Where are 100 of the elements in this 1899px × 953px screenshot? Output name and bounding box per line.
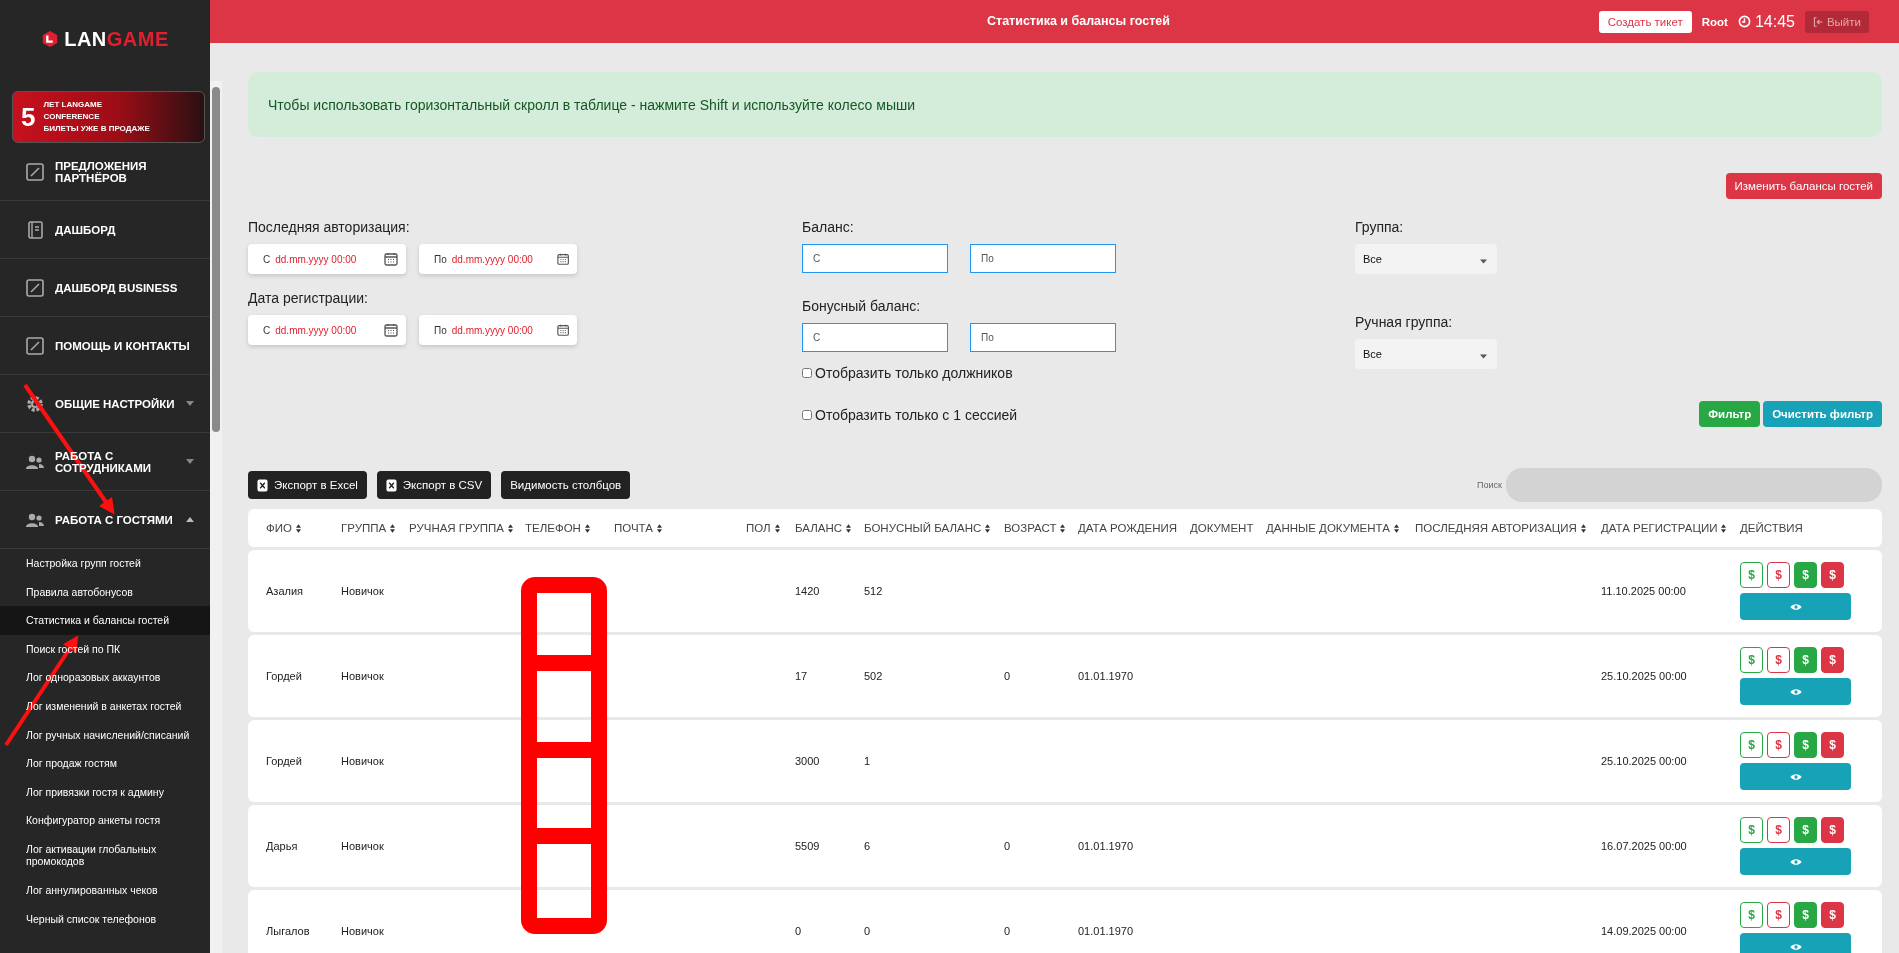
submenu-item[interactable]: Лог привязки гостя к админу <box>0 777 210 807</box>
date-picker[interactable]: По dd.mm.yyyy 00:00 <box>419 244 577 274</box>
table-cell: 25.10.2025 00:00 <box>1601 755 1687 767</box>
field-prefix: По <box>434 253 447 265</box>
checkbox[interactable] <box>802 410 812 420</box>
submenu-item[interactable]: Настройка групп гостей <box>0 549 210 578</box>
submenu-item[interactable]: Лог ручных начислений/списаний <box>0 720 210 750</box>
clock-time: 14:45 <box>1754 12 1795 31</box>
toolbar-button[interactable]: Экспорт в CSV <box>376 471 492 499</box>
sort-icon[interactable] <box>656 523 662 533</box>
dollar-button[interactable]: $ <box>1767 732 1790 758</box>
table-cell: Лыгалов <box>266 925 310 937</box>
edit-icon <box>25 277 45 298</box>
scrollbar[interactable] <box>210 81 222 953</box>
submenu-item[interactable]: Конфигуратор анкеты гостя <box>0 806 210 835</box>
change-balances-button[interactable]: Изменить балансы гостей <box>1725 173 1882 199</box>
number-field[interactable]: С <box>802 244 948 273</box>
table-cell: Новичок <box>341 670 384 682</box>
table-cell: Азалия <box>266 585 304 597</box>
column-header[interactable]: ПОСЛЕДНЯЯ АВТОРИЗАЦИЯ <box>1415 522 1577 534</box>
table-cell: 5509 <box>795 840 820 852</box>
date-picker[interactable]: По dd.mm.yyyy 00:00 <box>419 315 577 345</box>
table-cell: 1 <box>864 755 871 767</box>
banner-number: 5 <box>21 101 36 133</box>
manual-group-select[interactable]: Все <box>1355 339 1497 369</box>
table-cell: 16.07.2025 00:00 <box>1601 840 1687 852</box>
dollar-button[interactable]: $ <box>1767 647 1790 673</box>
banner-text: ЛЕТ LANGAME <box>43 99 103 111</box>
submenu-item[interactable]: Лог активации глобальных промокодов <box>0 834 210 876</box>
column-header[interactable]: ДАТА РОЖДЕНИЯ <box>1078 522 1178 534</box>
group-select[interactable]: Все <box>1355 244 1497 274</box>
calendar-icon <box>384 252 398 266</box>
submenu-item[interactable]: Статистика и балансы гостей <box>0 606 210 635</box>
dollar-button[interactable]: $ <box>1821 732 1844 758</box>
column-header[interactable]: ДОКУМЕНТ <box>1190 522 1254 534</box>
nav-label: ДАШБОРД BUSINESS <box>55 281 179 294</box>
table-cell: 6 <box>864 840 871 852</box>
sort-icon[interactable] <box>1580 523 1586 533</box>
submenu-item[interactable]: Лог продаж гостям <box>0 749 210 778</box>
column-header[interactable]: ДЕЙСТВИЯ <box>1740 522 1803 534</box>
table-cell: 3000 <box>795 755 820 767</box>
banner-text: БИЛЕТЫ УЖЕ В ПРОДАЖЕ <box>43 123 150 135</box>
number-field[interactable]: По <box>970 244 1116 273</box>
edit-icon <box>25 161 45 182</box>
logo-text: LANGAME <box>64 27 169 51</box>
sort-icon[interactable] <box>508 523 513 533</box>
nav-label: ОБЩИЕ НАСТРОЙКИ <box>55 397 176 410</box>
table-cell: 17 <box>795 670 808 682</box>
dollar-button[interactable]: $ <box>1821 647 1844 673</box>
notebook-icon <box>25 219 45 240</box>
date-picker[interactable]: С dd.mm.yyyy 00:00 <box>248 244 406 274</box>
number-field[interactable]: По <box>970 323 1116 352</box>
table-cell: Новичок <box>341 755 384 767</box>
number-field[interactable]: С <box>802 323 948 352</box>
search-label: Поиск <box>1477 480 1502 490</box>
dollar-button[interactable]: $ <box>1821 562 1844 588</box>
submenu-item[interactable]: Черный список телефонов <box>0 904 210 934</box>
toolbar-button[interactable]: Видимость столбцов <box>501 471 631 499</box>
submenu-item[interactable]: Лог аннулированных чеков <box>0 875 210 905</box>
sort-icon[interactable] <box>1060 523 1066 533</box>
sort-icon[interactable] <box>846 523 852 533</box>
column-header[interactable]: ПОЛ <box>746 522 771 534</box>
sort-icon[interactable] <box>390 523 396 533</box>
column-header[interactable]: БОНУСНЫЙ БАЛАНС <box>864 522 982 534</box>
filter-label: Баланс: <box>802 219 855 237</box>
table-cell: 01.01.1970 <box>1078 925 1134 937</box>
sort-icon[interactable] <box>1721 523 1727 533</box>
dollar-button[interactable]: $ <box>1767 562 1790 588</box>
column-header[interactable]: ВОЗРАСТ <box>1004 522 1057 534</box>
create-ticket-button[interactable]: Создать тикет <box>1598 10 1692 33</box>
column-header[interactable]: ФИО <box>266 522 292 534</box>
column-header[interactable]: РУЧНАЯ ГРУППА <box>409 522 504 534</box>
column-header[interactable]: ДАННЫЕ ДОКУМЕНТА <box>1266 522 1390 534</box>
sort-icon[interactable] <box>774 523 780 533</box>
checkbox[interactable] <box>802 368 812 378</box>
toolbar-button[interactable]: Экспорт в Excel <box>248 471 367 499</box>
column-header[interactable]: ДАТА РЕГИСТРАЦИИ <box>1601 522 1718 534</box>
calendar-icon <box>556 323 569 337</box>
dollar-button[interactable]: $ <box>1767 902 1790 928</box>
sort-icon[interactable] <box>1393 523 1399 533</box>
filter-label: Группа: <box>1355 219 1405 237</box>
table-cell: 1420 <box>795 585 820 597</box>
dollar-button[interactable]: $ <box>1767 817 1790 843</box>
date-picker[interactable]: С dd.mm.yyyy 00:00 <box>248 315 406 345</box>
nav-label: РАБОТА С ГОСТЯМИ <box>55 513 174 526</box>
column-header[interactable]: БАЛАНС <box>795 522 843 534</box>
table-cell: 0 <box>1004 925 1011 937</box>
field-prefix: По <box>434 324 447 336</box>
column-header[interactable]: ТЕЛЕФОН <box>525 522 581 534</box>
dollar-button[interactable]: $ <box>1821 817 1844 843</box>
sort-icon[interactable] <box>985 523 991 533</box>
caret-down-icon <box>186 459 194 464</box>
submenu-item[interactable]: Правила автобонусов <box>0 577 210 607</box>
sort-icon[interactable] <box>584 523 590 533</box>
column-header[interactable]: ПОЧТА <box>614 522 653 534</box>
sort-icon[interactable] <box>295 523 301 533</box>
nav-label: ДАШБОРД <box>55 223 117 236</box>
checkbox-label: Отобразить только с 1 сессией <box>815 407 1018 423</box>
dollar-button[interactable]: $ <box>1821 902 1844 928</box>
column-header[interactable]: ГРУППА <box>341 522 387 534</box>
